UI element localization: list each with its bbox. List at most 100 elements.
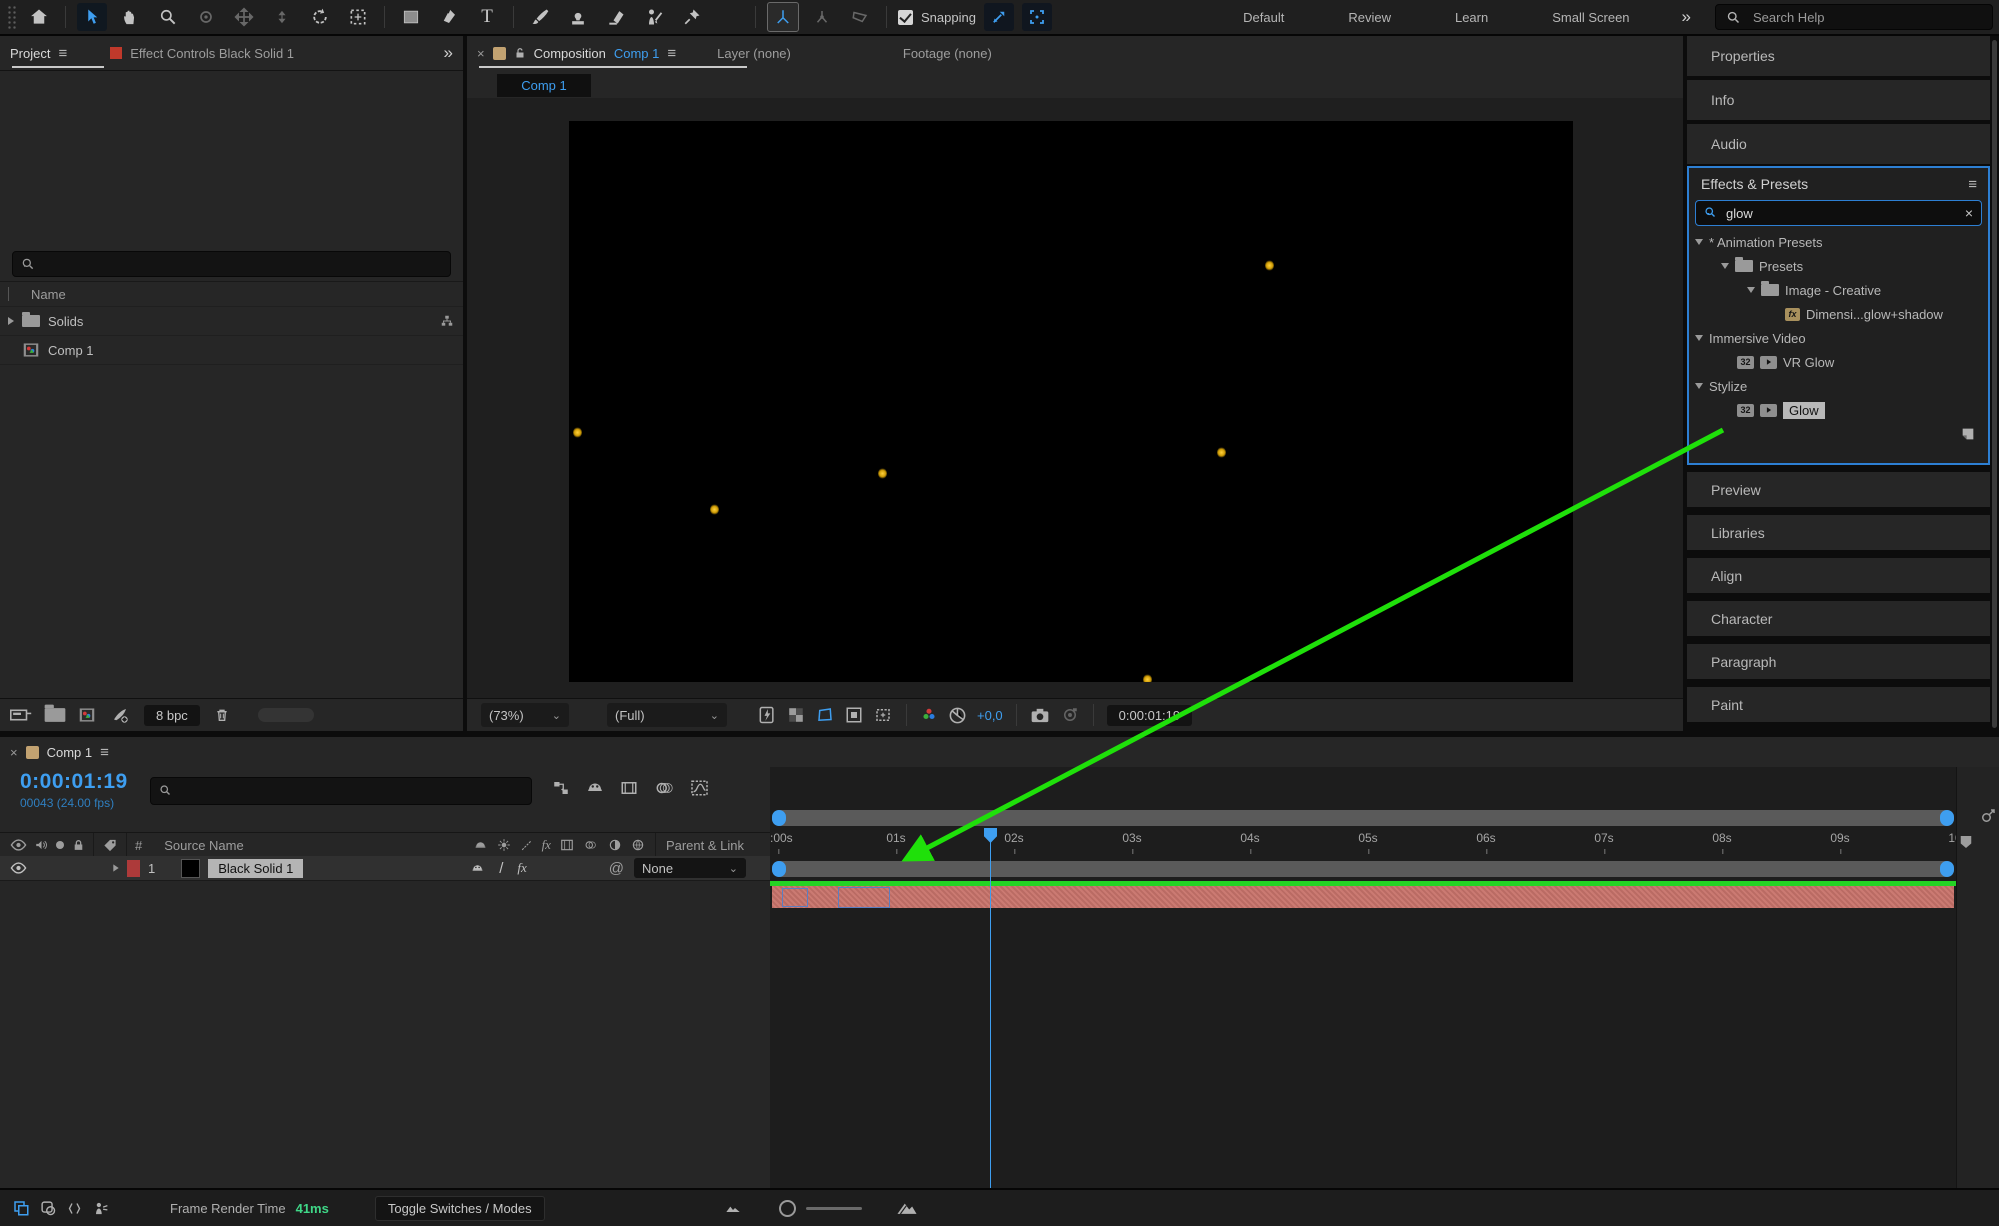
zoom-in-mountain-icon[interactable] <box>896 1201 918 1215</box>
lock-icon[interactable] <box>72 838 85 852</box>
toolbar-grip[interactable] <box>6 4 16 30</box>
exposure-value[interactable]: +0,0 <box>977 708 1003 723</box>
help-search-input[interactable] <box>1751 8 1955 26</box>
exposure-shutter-icon[interactable] <box>948 706 967 725</box>
parent-pickwhip-icon[interactable]: @ <box>609 860 624 877</box>
panel-resize-pill[interactable] <box>257 708 314 722</box>
panel-info[interactable]: Info <box>1687 80 1990 122</box>
composition-viewer[interactable] <box>467 98 1683 700</box>
composition-panel-menu-icon[interactable]: ≡ <box>667 45 676 62</box>
brush-tool-button[interactable] <box>525 3 555 31</box>
label-tag-icon[interactable] <box>102 838 118 853</box>
fx-tree-glow-selected[interactable]: 32 Glow <box>1689 398 1988 422</box>
current-timecode[interactable]: 0:00:01:19 00043 (24.00 fps) <box>20 770 128 810</box>
workspace-learn[interactable]: Learn <box>1455 10 1488 25</box>
project-row-solids[interactable]: Solids <box>0 307 463 336</box>
timeline-search-input[interactable] <box>179 782 523 800</box>
project-panel-menu-icon[interactable]: ≡ <box>58 45 67 62</box>
clear-search-icon[interactable]: × <box>1965 205 1973 221</box>
adjustment-layer-icon[interactable] <box>608 838 622 852</box>
interpret-footage-icon[interactable] <box>10 707 32 723</box>
timeline-tab-comp1[interactable]: Comp 1 <box>47 745 93 760</box>
fx-tree-image-creative-folder[interactable]: Image - Creative <box>1689 278 1988 302</box>
panel-character[interactable]: Character <box>1687 601 1990 636</box>
transparency-grid-icon[interactable] <box>787 706 805 724</box>
selection-tool-button[interactable] <box>77 3 107 31</box>
zoom-tool-button[interactable] <box>153 3 183 31</box>
collapse-caret-icon[interactable] <box>1695 239 1703 245</box>
collapse-caret-icon[interactable] <box>1695 335 1703 341</box>
work-area-start-handle[interactable] <box>772 861 786 877</box>
resolution-dropdown[interactable]: (Full) ⌄ <box>607 703 727 727</box>
snapping-control[interactable]: Snapping <box>898 9 976 25</box>
motion-blur-column-icon[interactable] <box>583 838 599 852</box>
workspace-overflow-button[interactable]: » <box>1682 7 1691 27</box>
expand-layer-switches-icon[interactable] <box>12 1199 30 1217</box>
parent-dropdown[interactable]: None ⌄ <box>634 858 746 878</box>
shy-toggle-icon[interactable] <box>586 779 604 797</box>
collapse-transformations-icon[interactable] <box>497 838 511 852</box>
effects-panel-menu-icon[interactable]: ≡ <box>1968 176 1977 193</box>
workspace-review[interactable]: Review <box>1348 10 1391 25</box>
collapse-caret-icon[interactable] <box>1695 383 1703 389</box>
close-tab-icon[interactable]: × <box>10 745 18 760</box>
timeline-zoom-slider[interactable] <box>805 1206 862 1210</box>
effects-search-input[interactable] <box>1724 204 1959 222</box>
expand-render-time-pane-icon[interactable] <box>92 1200 110 1217</box>
snapshot-camera-icon[interactable] <box>1030 707 1050 724</box>
tab-composition[interactable]: Composition <box>534 46 606 61</box>
effects-search-box[interactable]: × <box>1695 200 1982 226</box>
shy-column-icon[interactable] <box>473 839 488 852</box>
layer-visibility-eye-icon[interactable] <box>10 861 27 875</box>
pen-tool-button[interactable] <box>434 3 464 31</box>
close-tab-icon[interactable]: × <box>477 46 485 61</box>
fx-tree-stylize[interactable]: Stylize <box>1689 374 1988 398</box>
layer-name[interactable]: Black Solid 1 <box>208 858 304 878</box>
eraser-tool-button[interactable] <box>601 3 631 31</box>
layer-fx-icon[interactable]: fx <box>517 860 526 876</box>
video-eye-icon[interactable] <box>10 838 27 852</box>
hand-tool-button[interactable] <box>115 3 145 31</box>
comp-mini-flowchart-icon[interactable] <box>552 779 570 797</box>
rotation-tool-button[interactable] <box>305 3 335 31</box>
home-button[interactable] <box>24 3 54 31</box>
snapping-checkbox[interactable] <box>898 9 913 25</box>
crop-region-icon[interactable] <box>873 706 893 724</box>
project-settings-icon[interactable] <box>110 706 130 724</box>
roto-brush-tool-button[interactable] <box>639 3 669 31</box>
layer-row-black-solid-1[interactable]: 1 Black Solid 1 / fx @ None ⌄ <box>0 856 770 881</box>
dolly-camera-tool-button[interactable] <box>267 3 297 31</box>
snap-along-edges-button[interactable] <box>983 3 1014 31</box>
new-folder-icon[interactable] <box>44 704 66 722</box>
camera-tool-button[interactable] <box>343 3 373 31</box>
orbit-camera-tool-button[interactable] <box>191 3 221 31</box>
view-axis-mode-button[interactable] <box>845 3 875 31</box>
puppet-pin-tool-button[interactable] <box>677 3 707 31</box>
audio-speaker-icon[interactable] <box>34 838 49 852</box>
frame-blending-icon[interactable] <box>620 779 638 797</box>
pan-camera-tool-button[interactable] <box>229 3 259 31</box>
type-tool-button[interactable]: T <box>472 3 502 31</box>
work-area-end-handle[interactable] <box>1940 861 1954 877</box>
timeline-panel-menu-icon[interactable]: ≡ <box>100 744 109 761</box>
panel-paragraph[interactable]: Paragraph <box>1687 644 1990 679</box>
new-preset-icon[interactable] <box>1960 426 1976 442</box>
fx-tree-vr-glow[interactable]: 32 VR Glow <box>1689 350 1988 374</box>
scrollbar-right-cap[interactable] <box>1940 810 1954 826</box>
name-column-header[interactable]: Name <box>31 287 66 302</box>
collapse-caret-icon[interactable] <box>1721 263 1729 269</box>
panel-preview[interactable]: Preview <box>1687 472 1990 507</box>
viewer-comp-tab[interactable]: Comp 1 <box>497 74 591 97</box>
fx-tree-immersive-video[interactable]: Immersive Video <box>1689 326 1988 350</box>
frame-blend-column-icon[interactable] <box>560 838 574 852</box>
rectangle-tool-button[interactable] <box>396 3 426 31</box>
unlock-icon[interactable] <box>514 46 526 60</box>
panel-properties[interactable]: Properties <box>1687 36 1990 78</box>
playhead-line[interactable] <box>990 828 991 1188</box>
quality-icon[interactable] <box>520 839 533 852</box>
new-composition-icon[interactable] <box>78 707 96 723</box>
timeline-search-box[interactable] <box>150 777 532 805</box>
project-search-input[interactable] <box>41 255 442 273</box>
timeline-zoom-knob[interactable] <box>778 1199 796 1217</box>
tab-project[interactable]: Project <box>10 46 50 61</box>
